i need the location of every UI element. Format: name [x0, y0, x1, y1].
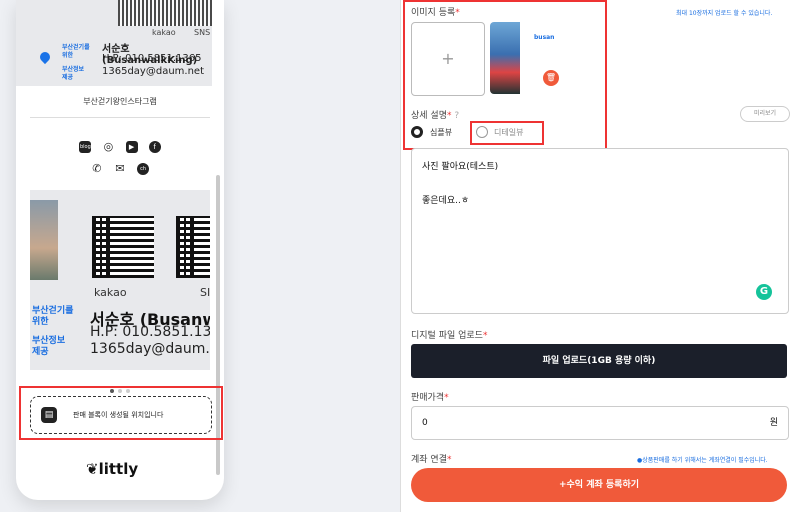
qr-code-strip — [118, 0, 212, 26]
radio-detail-view[interactable] — [476, 126, 488, 138]
facebook-icon[interactable]: f — [148, 140, 161, 153]
card-phone: H.P: 010.5851.1365 — [102, 53, 202, 64]
grammarly-icon[interactable]: G — [756, 284, 772, 300]
preview-button[interactable]: 미리보기 — [740, 106, 790, 122]
price-unit: 원 — [769, 418, 778, 428]
description-textarea[interactable]: 사진 팔아요(테스트) 좋은데요..ㅎ — [411, 148, 789, 314]
required-mark: * — [482, 331, 488, 341]
account-note: ●상품판매를 하기 위해서는 계좌연결이 필수입니다. — [637, 455, 768, 464]
description-line-1: 사진 팔아요(테스트) — [422, 162, 499, 172]
radio-simple-view[interactable] — [411, 126, 423, 138]
add-image-button[interactable]: + — [411, 22, 485, 96]
kakao-qr-code — [92, 216, 154, 278]
image-limit-note: 최대 10장까지 업로드 할 수 있습니다. — [676, 10, 773, 17]
blog-icon[interactable]: blog — [79, 140, 92, 153]
social-icons-row-1: blog ◎ ▶ f — [16, 136, 224, 155]
required-mark: * — [446, 111, 452, 121]
help-icon[interactable]: ? — [454, 111, 459, 121]
delete-image-button[interactable]: 🗑 — [543, 70, 559, 86]
thumbnail-photo — [490, 22, 520, 94]
price-label-text: 판매가격 — [411, 393, 445, 403]
register-account-button[interactable]: +수익 계좌 등록하기 — [411, 468, 787, 502]
image-label: 이미지 등록* — [411, 5, 460, 18]
radio-simple-label[interactable]: 심플뷰 — [430, 127, 452, 138]
card-blue-label-large-1: 부산걷기를 위한 — [32, 306, 74, 327]
sns-qr-code — [176, 216, 210, 278]
card-blue-label-1: 부산걷기를 위한 — [62, 44, 90, 59]
required-mark: * — [444, 393, 449, 403]
file-upload-label: 디지털 파일 업로드* — [411, 328, 487, 341]
mail-icon[interactable]: ✉ — [114, 162, 126, 175]
instagram-icon[interactable]: ◎ — [102, 140, 114, 153]
price-input[interactable]: 0 원 — [411, 406, 789, 440]
description-line-2: 좋은데요..ㅎ — [422, 196, 470, 206]
card-phone-large: H.P: 010.5851.136 — [90, 324, 210, 340]
price-value: 0 — [422, 418, 428, 428]
thumbnail-text: busan — [534, 34, 555, 41]
required-mark: * — [455, 8, 460, 18]
top-business-card: kakao SNS 부산걷기를 위한 부산정보 제공 서순호 (Busanwal… — [16, 0, 212, 86]
account-note-text: 상품판매를 하기 위해서는 계좌연결이 필수입니다. — [642, 457, 768, 464]
highlight-sale-block — [19, 386, 223, 440]
profile-photo — [30, 200, 58, 280]
card-email-large: 1365day@daum.r — [90, 341, 210, 357]
price-label: 판매가격* — [411, 390, 449, 403]
social-icons-row-2: ✆ ✉ ch — [16, 158, 224, 177]
chat-icon[interactable]: ch — [137, 162, 150, 175]
kakao-label: kakao — [152, 28, 176, 37]
account-label-text: 계좌 연결 — [411, 455, 447, 465]
instagram-link-button[interactable]: 부산걷기왕인스타그램 — [30, 87, 210, 118]
littly-logo: ❦littly — [86, 460, 139, 478]
file-upload-label-text: 디지털 파일 업로드 — [411, 331, 483, 341]
file-upload-button[interactable]: 파일 업로드(1GB 용량 이하) — [411, 344, 787, 378]
kakao-label-large: kakao — [94, 286, 127, 299]
card-blue-label-2: 부산정보 제공 — [62, 66, 85, 81]
logo-text: littly — [98, 460, 139, 478]
account-label: 계좌 연결* — [411, 452, 451, 465]
required-mark: * — [446, 455, 452, 465]
location-pin-icon — [37, 49, 53, 65]
description-label: 상세 설명* ? — [411, 108, 459, 121]
sns-label-large: SI — [200, 286, 210, 299]
card-blue-label-large-2: 부산정보 제공 — [32, 336, 66, 357]
description-label-text: 상세 설명 — [411, 111, 447, 121]
preview-panel: kakao SNS 부산걷기를 위한 부산정보 제공 서순호 (Busanwal… — [0, 0, 400, 512]
sns-label: SNS — [194, 28, 211, 37]
image-label-text: 이미지 등록 — [411, 8, 456, 18]
phone-icon[interactable]: ✆ — [91, 162, 103, 175]
card-email: 1365day@daum.net — [102, 66, 204, 77]
business-card-slide[interactable]: kakao SI 부산걷기를 위한 부산정보 제공 서순호 (Busanwal … — [30, 190, 210, 370]
youtube-icon[interactable]: ▶ — [125, 140, 138, 153]
radio-detail-label[interactable]: 디테일뷰 — [494, 127, 523, 138]
